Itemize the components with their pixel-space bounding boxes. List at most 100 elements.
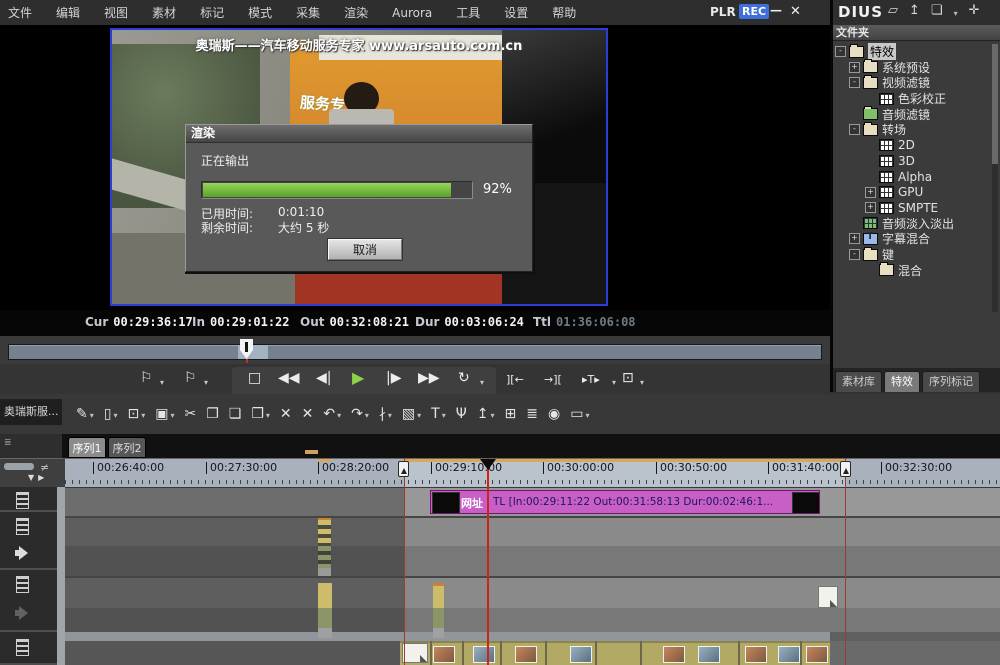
tree-item-color-correction[interactable]: 色彩校正	[835, 91, 993, 107]
tree-item-label[interactable]: Alpha	[898, 170, 932, 184]
set-in-flag-icon[interactable]: ⚐	[140, 370, 153, 386]
ripple-delete-button[interactable]: ✕	[280, 406, 292, 422]
minimize-button[interactable]: —	[770, 3, 782, 17]
monitor-layout-button[interactable]: ▭▾	[570, 406, 589, 422]
rewind-button[interactable]: ◀◀	[278, 370, 300, 386]
set-out-flag-icon[interactable]: ⚐	[184, 370, 197, 386]
tab-bin[interactable]: 素材库	[835, 371, 882, 392]
plr-button[interactable]: PLR	[710, 5, 736, 19]
expand-toggle[interactable]: +	[865, 187, 876, 198]
close-button[interactable]: ✕	[790, 4, 801, 19]
tree-item-2d[interactable]: 2D	[835, 138, 993, 154]
menu-tools[interactable]: 工具	[456, 4, 480, 21]
voice-over-button[interactable]: Ψ	[456, 406, 467, 422]
menu-aurora[interactable]: Aurora	[392, 6, 432, 20]
add-cut-point-button[interactable]: ∤▾	[379, 406, 392, 422]
tree-item-video-filters[interactable]: - 视频滤镜	[835, 75, 993, 91]
clip-stub[interactable]	[318, 568, 331, 576]
expand-toggle[interactable]: +	[849, 62, 860, 73]
expand-toggle[interactable]: -	[849, 124, 860, 135]
step-back-button[interactable]: ◀|	[316, 370, 331, 386]
save-project-button[interactable]: ▣▾	[155, 406, 174, 422]
clip-stub[interactable]	[318, 628, 332, 638]
paste-button[interactable]: ❏	[229, 406, 242, 422]
audio-clip[interactable]	[318, 546, 331, 568]
menu-mode[interactable]: 模式	[248, 4, 272, 21]
track-panel-scroll-strip[interactable]	[57, 487, 65, 665]
cancel-button[interactable]: 取消	[328, 239, 402, 260]
tree-item-label[interactable]: 色彩校正	[898, 90, 946, 107]
tree-item-label[interactable]: 系统预设	[882, 59, 930, 76]
menu-render[interactable]: 渲染	[344, 4, 368, 21]
timeline-ruler[interactable]: 00:26:40:00 00:27:30:00 00:28:20:00 00:2…	[65, 458, 1000, 487]
menu-view[interactable]: 视图	[104, 4, 128, 21]
rec-button[interactable]: REC	[739, 4, 769, 19]
video-clip[interactable]	[433, 583, 444, 608]
tree-item-alpha[interactable]: Alpha	[835, 169, 993, 185]
effects-tree-scrollbar[interactable]	[992, 44, 998, 312]
replace-button[interactable]: ❒▾	[251, 406, 270, 422]
transition-button[interactable]: ▧▾	[402, 406, 421, 422]
clip-stub[interactable]	[433, 628, 444, 638]
menu-capture[interactable]: 采集	[296, 4, 320, 21]
out-point-marker[interactable]	[840, 461, 851, 477]
tree-item-label[interactable]: 视频滤镜	[882, 74, 930, 91]
stop-button[interactable]: □	[248, 370, 261, 386]
tree-item-label[interactable]: 音频淡入淡出	[882, 215, 954, 232]
tree-item-transitions[interactable]: - 转场	[835, 122, 993, 138]
expand-toggle[interactable]: -	[835, 46, 846, 57]
tree-item-label[interactable]: 2D	[898, 138, 915, 152]
playhead-handle[interactable]	[480, 459, 496, 470]
delete-button[interactable]: ✕	[302, 406, 314, 422]
menu-edit[interactable]: 编辑	[56, 4, 80, 21]
open-project-button[interactable]: ⊡▾	[127, 406, 145, 422]
tree-item-blend[interactable]: 混合	[835, 262, 993, 278]
speaker-muted-icon[interactable]	[15, 606, 31, 620]
tab-sequence-1[interactable]: 序列1	[68, 437, 106, 458]
track-header-1v[interactable]	[0, 487, 57, 512]
caret-down-icon[interactable]: ▾	[612, 378, 616, 387]
tree-item-key[interactable]: - 键	[835, 247, 993, 263]
tree-item-gpu[interactable]: + GPU	[835, 184, 993, 200]
menu-marker[interactable]: 标记	[200, 4, 224, 21]
play-button[interactable]: ▶	[352, 368, 364, 387]
tab-effects[interactable]: 特效	[884, 371, 920, 392]
tree-item-system-presets[interactable]: + 系统预设	[835, 60, 993, 76]
tree-item-label[interactable]: 特效	[868, 43, 896, 60]
audio-clip[interactable]	[433, 608, 444, 628]
tree-item-label[interactable]: 音频滤镜	[882, 106, 930, 123]
copy-button[interactable]: ❐	[206, 406, 219, 422]
still-image-clip[interactable]	[402, 643, 428, 663]
tree-item-3d[interactable]: 3D	[835, 153, 993, 169]
layers-icon[interactable]: ❏	[931, 3, 943, 18]
caret-down-icon[interactable]: ▾	[204, 378, 208, 387]
title-button[interactable]: T▾	[431, 406, 446, 422]
menu-clip[interactable]: 素材	[152, 4, 176, 21]
caret-down-icon[interactable]: ▾	[160, 378, 164, 387]
scrubber-track[interactable]	[8, 344, 822, 360]
audio-mixer-button[interactable]: ≣	[526, 406, 538, 422]
tree-item-label[interactable]: 转场	[882, 121, 906, 138]
caret-down-icon[interactable]: ▾	[640, 378, 644, 387]
fast-forward-button[interactable]: ▶▶	[418, 370, 440, 386]
caret-down-icon[interactable]: ▾	[480, 378, 484, 387]
tree-item-label[interactable]: 字幕混合	[882, 230, 930, 247]
expand-toggle[interactable]: +	[849, 233, 860, 244]
tree-item-audio-filters[interactable]: 音频滤镜	[835, 106, 993, 122]
tree-item-effects[interactable]: - 特效	[835, 44, 993, 60]
speaker-icon[interactable]	[15, 546, 31, 560]
expand-toggle[interactable]: -	[849, 77, 860, 88]
in-point-marker[interactable]	[398, 461, 409, 477]
undo-button[interactable]: ↶▾	[323, 406, 341, 422]
tree-item-label[interactable]: 3D	[898, 154, 915, 168]
menu-help[interactable]: 帮助	[552, 4, 576, 21]
export-button[interactable]: ↥▾	[477, 406, 495, 422]
tree-item-label[interactable]: GPU	[898, 185, 923, 199]
track-header-2va[interactable]	[0, 512, 57, 570]
goto-out-button[interactable]: →][	[544, 373, 562, 386]
audio-clip[interactable]	[318, 608, 332, 628]
new-sequence-button[interactable]: ▯▾	[104, 406, 118, 422]
loop-playback-button[interactable]: ↻	[458, 370, 470, 386]
track-height-control[interactable]	[4, 463, 34, 470]
caret-down-icon[interactable]: ▾	[954, 9, 958, 18]
